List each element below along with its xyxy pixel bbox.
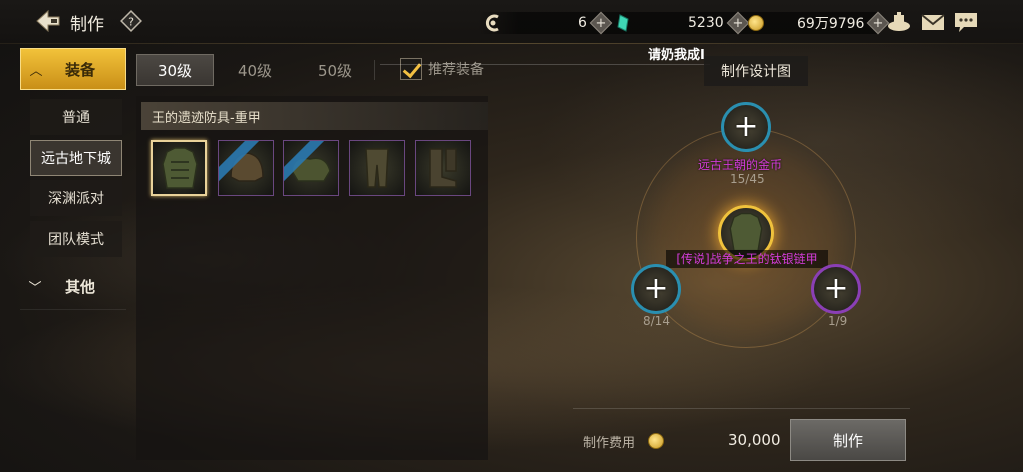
set-name: 王的遗迹防具-重甲 <box>152 110 261 126</box>
recommend-label: 推荐装备 <box>428 62 484 78</box>
resource-gold: 69万9796 + <box>797 11 890 35</box>
material-count: 8/14 <box>643 314 670 328</box>
material-count: 15/45 <box>730 172 765 186</box>
sidebar-item-abyss-party[interactable]: 深渊派对 <box>30 180 122 216</box>
material-name: 远古王朝的金币 <box>698 158 783 172</box>
recommend-checkbox[interactable] <box>400 58 422 80</box>
chevron-down-icon: ﹀ <box>28 280 42 296</box>
leg-armor-icon <box>365 148 389 188</box>
notice-text: 请奶我成I <box>648 48 705 63</box>
resource-crystal: 6 + <box>578 11 613 35</box>
sidebar-item-label: 团队模式 <box>48 232 104 248</box>
boots-icon <box>429 148 457 188</box>
craft-button[interactable]: 制作 <box>790 419 906 461</box>
tab-level-40[interactable]: 40级 <box>216 54 294 86</box>
add-crystal-button[interactable]: + <box>589 11 613 35</box>
blueprint-tag: 制作设计图 <box>704 56 808 86</box>
add-gem-button[interactable]: + <box>726 11 749 35</box>
title-divider <box>0 43 1023 44</box>
material-slot-left[interactable]: + <box>631 264 681 314</box>
coin-icon <box>748 15 764 31</box>
material-slot-top[interactable]: + <box>721 102 771 152</box>
tab-level-30[interactable]: 30级 <box>136 54 214 86</box>
back-arrow-icon[interactable] <box>34 8 62 34</box>
resource-gold-value: 69万9796 <box>797 16 865 32</box>
resource-gem: 5230 + <box>688 11 749 35</box>
sidebar-item-label: 深渊派对 <box>48 191 104 207</box>
sidebar-item-label: 普通 <box>62 110 90 126</box>
category-equipment-label: 装备 <box>64 60 95 79</box>
cost-label: 制作费用 <box>583 436 636 451</box>
category-other-label: 其他 <box>64 277 95 296</box>
crystal-icon <box>485 14 499 32</box>
chat-icon[interactable] <box>953 10 979 34</box>
cost-value: 30,000 <box>728 431 781 449</box>
item-slot[interactable] <box>283 140 339 196</box>
chevron-up-icon: ︿ <box>29 63 43 79</box>
resource-crystal-value: 6 <box>578 15 587 31</box>
gem-icon <box>617 14 629 32</box>
divider <box>374 60 375 80</box>
item-slot[interactable] <box>151 140 207 196</box>
chest-armor-icon <box>162 147 198 189</box>
material-slot-right[interactable]: + <box>811 264 861 314</box>
page-title: 制作 <box>70 15 104 35</box>
sidebar-item-raid[interactable]: 团队模式 <box>30 221 122 257</box>
sidebar-item-normal[interactable]: 普通 <box>30 99 122 135</box>
svg-text:?: ? <box>128 16 134 29</box>
coin-icon <box>648 433 664 449</box>
recommend-toggle[interactable]: 推荐装备 <box>400 58 484 80</box>
cost-divider <box>573 408 910 409</box>
add-material-icon: + <box>643 271 669 306</box>
divider <box>20 309 126 310</box>
add-material-icon: + <box>733 109 759 144</box>
help-icon[interactable]: ? <box>120 10 142 32</box>
sidebar-item-label: 远古地下城 <box>41 151 111 167</box>
tab-level-50[interactable]: 50级 <box>296 54 374 86</box>
mail-icon[interactable] <box>920 10 946 34</box>
sidebar-item-ancient-dungeon[interactable]: 远古地下城 <box>30 140 122 176</box>
add-material-icon: + <box>823 271 849 306</box>
material-count: 1/9 <box>828 314 848 328</box>
category-other[interactable]: ﹀ 其他 <box>20 265 126 307</box>
item-slot[interactable] <box>349 140 405 196</box>
item-slot[interactable] <box>415 140 471 196</box>
target-item-name: [传说]战争之王的钛银链甲 <box>666 250 828 268</box>
item-slot[interactable] <box>218 140 274 196</box>
resource-gem-value: 5230 <box>688 15 724 31</box>
set-header: 王的遗迹防具-重甲 <box>141 102 488 130</box>
category-equipment[interactable]: ︿ 装备 <box>20 48 126 90</box>
notice-divider <box>380 64 710 65</box>
airship-icon[interactable] <box>886 10 912 34</box>
